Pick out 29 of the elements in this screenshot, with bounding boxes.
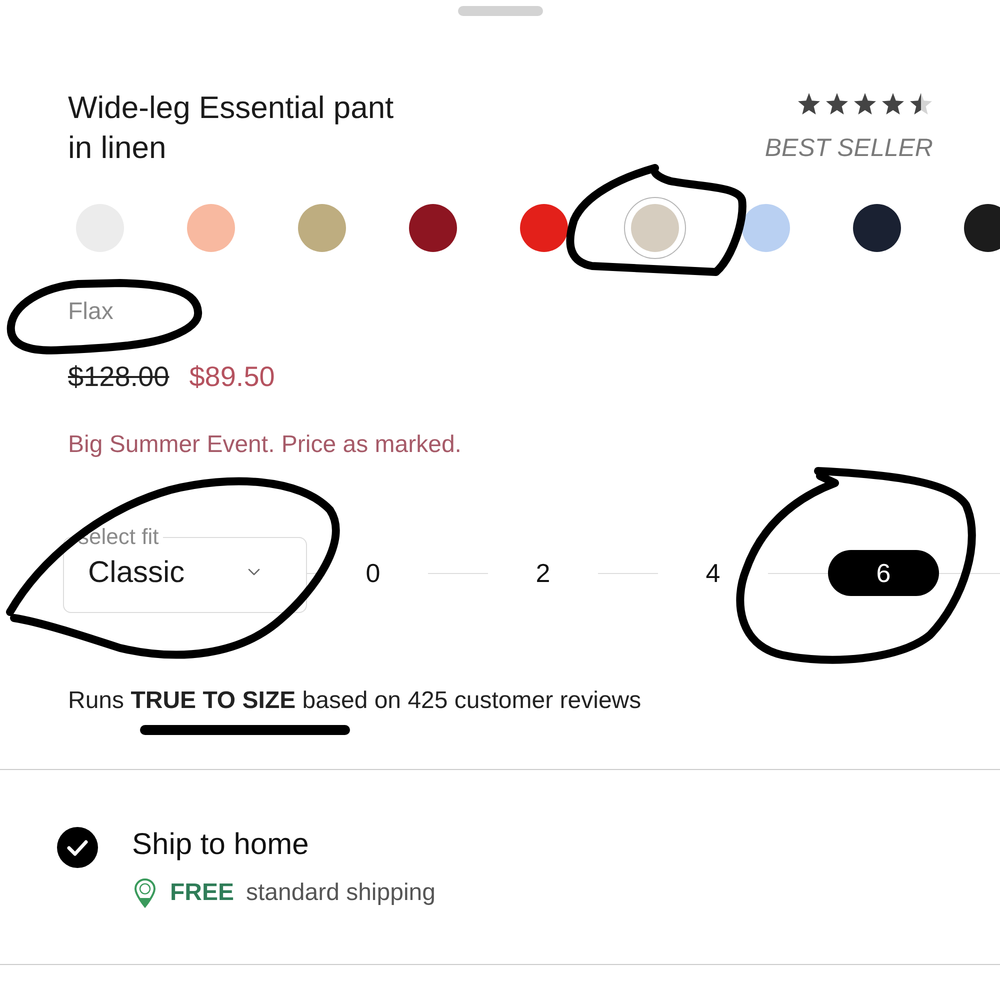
color-swatch[interactable] — [408, 204, 456, 252]
star-icon — [881, 92, 905, 116]
size-option[interactable]: 6 — [828, 550, 939, 596]
check-circle-icon[interactable] — [57, 827, 98, 868]
shipping-option-title: Ship to home — [132, 827, 309, 863]
sale-price: $89.50 — [189, 360, 275, 394]
original-price: $128.00 — [68, 360, 170, 394]
size-option[interactable]: 0 — [318, 550, 428, 596]
free-label: FREE — [170, 878, 234, 908]
star-icon — [909, 92, 933, 116]
star-icon — [825, 92, 849, 116]
color-name: Flax — [68, 297, 114, 327]
fit-note: Runs TRUE TO SIZE based on 425 customer reviews — [68, 686, 642, 716]
color-swatch[interactable] — [852, 204, 900, 252]
color-swatch[interactable] — [298, 204, 346, 252]
color-swatch[interactable] — [742, 204, 790, 252]
size-option[interactable]: 2 — [488, 550, 598, 596]
drag-handle[interactable] — [458, 6, 542, 16]
promo-text: Big Summer Event. Price as marked. — [68, 430, 462, 460]
color-swatch[interactable] — [186, 204, 234, 252]
shipping-detail: standard shipping — [246, 878, 436, 908]
color-swatch[interactable] — [520, 204, 568, 252]
product-title: Wide-leg Essential pant in linen — [68, 89, 395, 167]
star-icon — [853, 92, 877, 116]
color-swatch[interactable] — [964, 204, 1000, 252]
best-seller-label: BEST SELLER — [764, 133, 933, 163]
star-icon — [797, 92, 821, 116]
map-pin-icon — [134, 878, 156, 908]
size-option[interactable]: 4 — [658, 550, 768, 596]
